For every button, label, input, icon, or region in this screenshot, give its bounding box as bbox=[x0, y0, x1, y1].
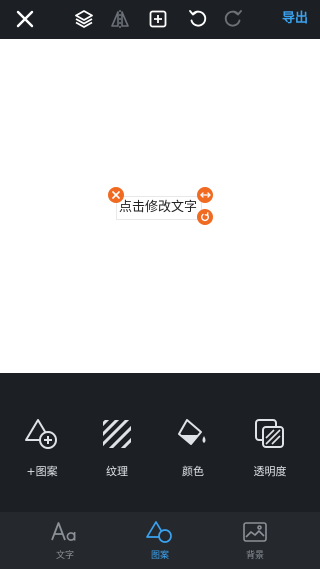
text-element-content[interactable]: 点击修改文字 bbox=[119, 199, 197, 217]
layers-icon[interactable] bbox=[72, 7, 96, 31]
tab-background-label: 背景 bbox=[245, 551, 264, 561]
add-shape-tool[interactable]: +图案 bbox=[12, 416, 72, 479]
delete-handle-icon[interactable] bbox=[108, 187, 124, 203]
texture-tool[interactable]: 纹理 bbox=[87, 416, 147, 479]
top-toolbar: 导出 bbox=[0, 0, 320, 39]
bottom-tab-bar: 文字 图案 背景 bbox=[0, 512, 320, 569]
opacity-tool[interactable]: 透明度 bbox=[240, 416, 300, 479]
tab-shape-label: 图案 bbox=[150, 551, 169, 561]
add-shape-icon bbox=[25, 419, 57, 449]
tab-shape[interactable]: 图案 bbox=[130, 520, 190, 561]
text-element[interactable]: 点击修改文字 bbox=[116, 196, 202, 220]
redo-icon[interactable] bbox=[221, 7, 245, 31]
stretch-handle-icon[interactable] bbox=[197, 187, 213, 203]
close-icon[interactable] bbox=[13, 7, 37, 31]
color-tool[interactable]: 颜色 bbox=[163, 416, 223, 479]
paint-bucket-icon bbox=[178, 419, 206, 445]
tab-text[interactable]: 文字 bbox=[35, 520, 95, 561]
opacity-icon bbox=[255, 419, 284, 448]
add-square-icon[interactable] bbox=[146, 7, 170, 31]
flip-icon[interactable] bbox=[108, 7, 132, 31]
editor-app: 导出 点击修改文字 +图案 纹理 颜色 透明度 文字 图案 背景 bbox=[0, 0, 320, 569]
undo-icon[interactable] bbox=[186, 7, 210, 31]
color-label: 颜色 bbox=[182, 465, 204, 478]
background-image-icon bbox=[243, 522, 267, 542]
rotate-handle-icon[interactable] bbox=[197, 209, 213, 225]
texture-label: 纹理 bbox=[106, 465, 128, 478]
export-button[interactable]: 导出 bbox=[282, 9, 308, 29]
tab-background[interactable]: 背景 bbox=[225, 520, 285, 561]
tab-text-label: 文字 bbox=[55, 551, 74, 561]
texture-icon bbox=[103, 420, 131, 448]
add-shape-label: +图案 bbox=[26, 465, 58, 478]
text-aa-icon bbox=[51, 522, 76, 541]
shape-tool-panel: +图案 纹理 颜色 透明度 bbox=[0, 373, 320, 512]
shape-icon bbox=[146, 521, 172, 543]
design-canvas[interactable]: 点击修改文字 bbox=[0, 39, 320, 373]
opacity-label: 透明度 bbox=[253, 465, 287, 478]
